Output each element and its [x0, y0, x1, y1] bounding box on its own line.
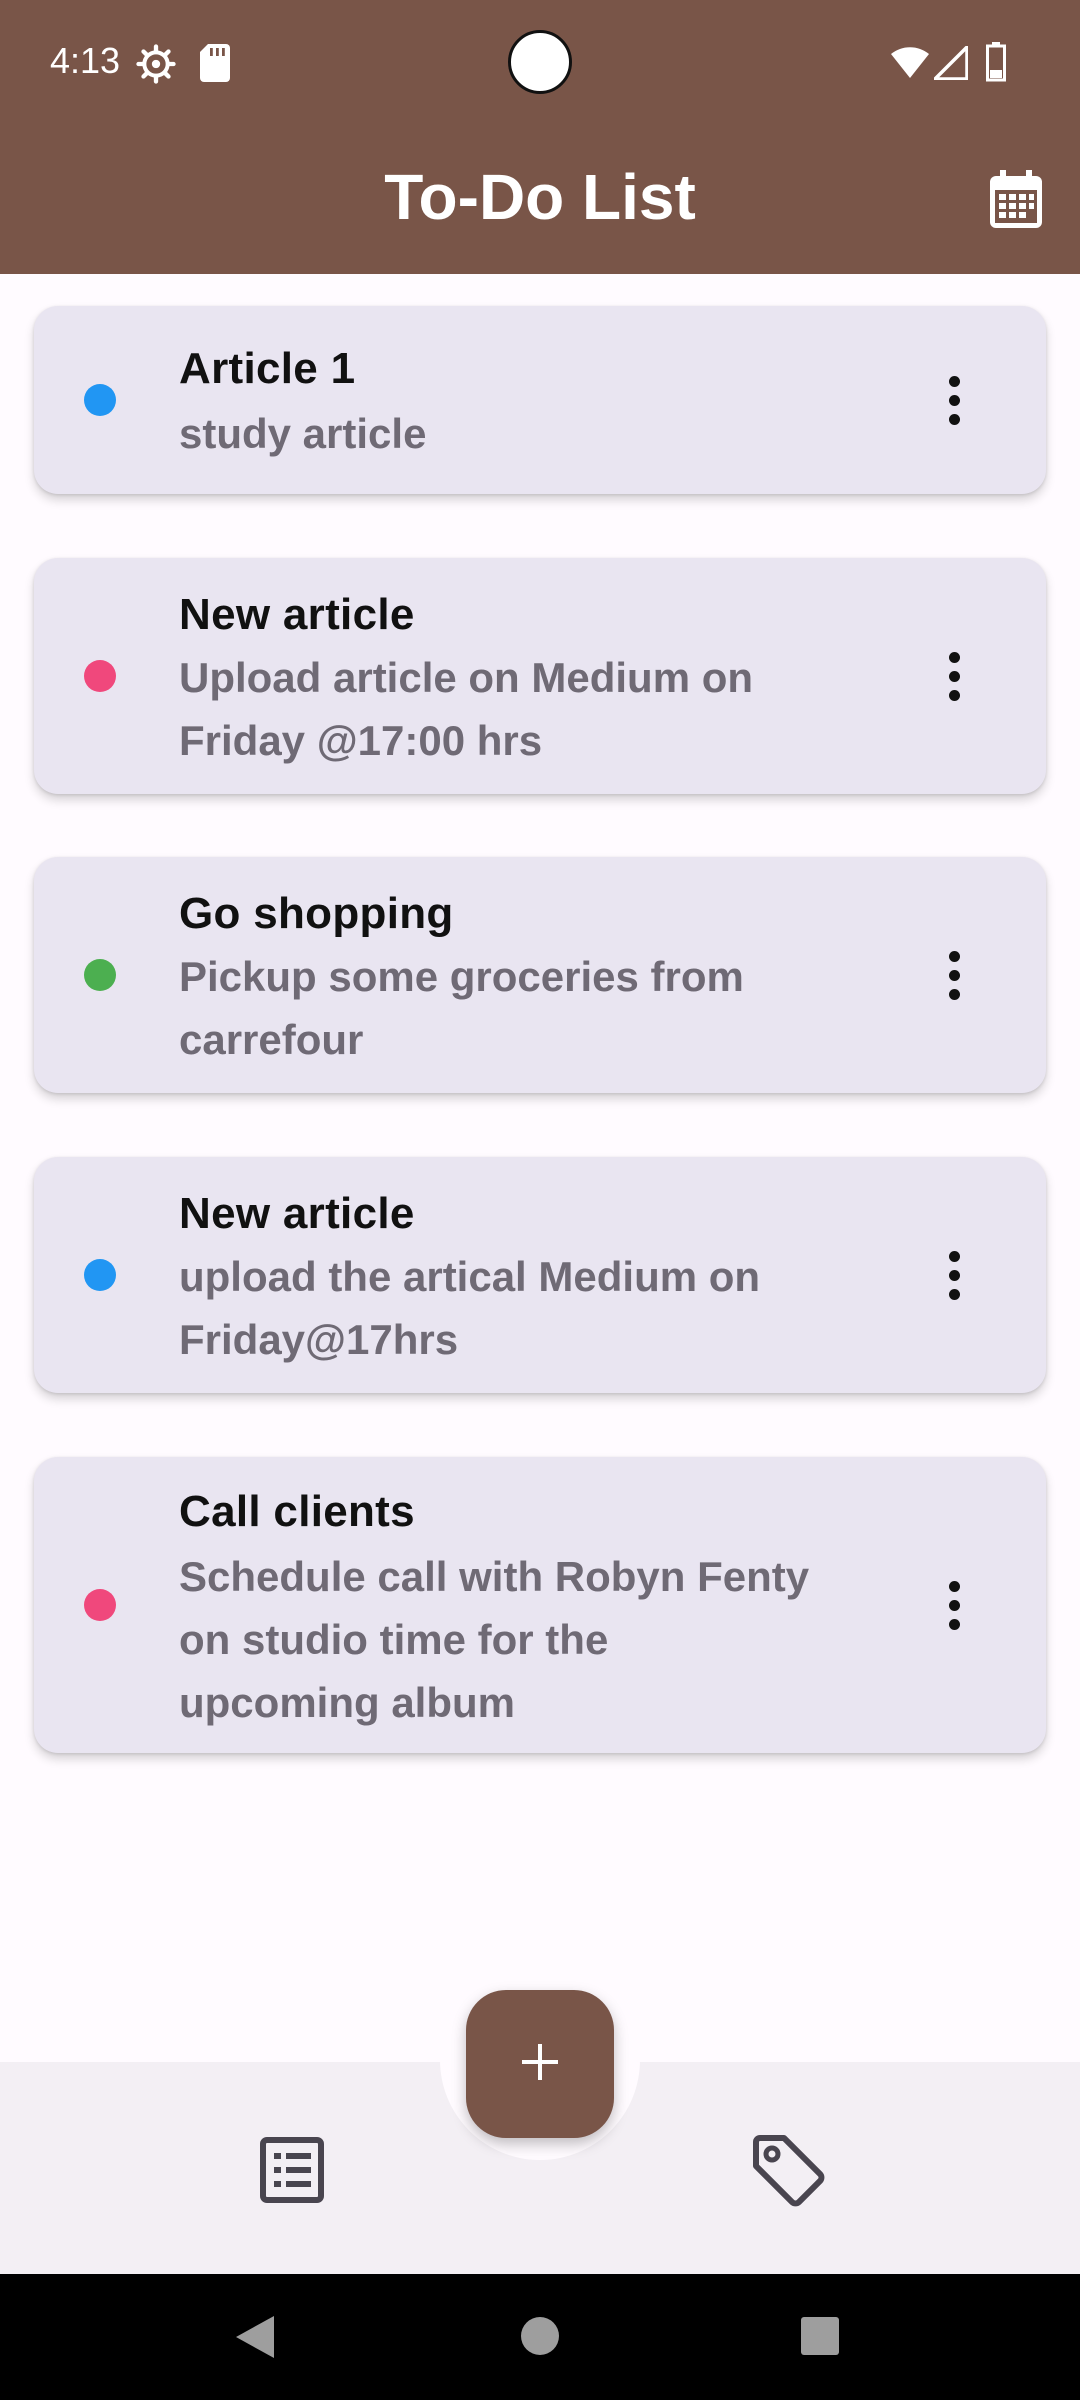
- more-options-icon[interactable]: [929, 1570, 979, 1640]
- camera-cutout: [508, 30, 572, 94]
- priority-dot: [84, 959, 116, 991]
- todo-title: Article 1: [179, 344, 356, 393]
- todo-title: New article: [179, 1189, 415, 1238]
- todo-title: New article: [179, 590, 415, 639]
- priority-dot: [84, 1589, 116, 1621]
- more-options-icon[interactable]: [929, 641, 979, 711]
- screen: 4:13 To-Do List Article 1 study article …: [0, 0, 1080, 2400]
- todo-description: Schedule call with Robyn Fenty on studio…: [179, 1553, 810, 1726]
- todo-description: Pickup some groceries from carrefour: [179, 953, 744, 1063]
- todo-title: Call clients: [179, 1487, 415, 1536]
- home-icon[interactable]: [520, 2316, 560, 2361]
- todo-card[interactable]: Go shopping Pickup some groceries from c…: [34, 857, 1046, 1093]
- more-options-icon[interactable]: [929, 365, 979, 435]
- tag-icon[interactable]: [748, 2130, 828, 2210]
- signal-icon: [933, 45, 969, 85]
- battery-icon: [986, 42, 1006, 87]
- priority-dot: [84, 384, 116, 416]
- sd-card-icon: [200, 44, 230, 87]
- plus-icon: [520, 2042, 560, 2087]
- status-time: 4:13: [50, 40, 121, 81]
- wifi-icon: [890, 46, 930, 85]
- list-icon[interactable]: [252, 2130, 332, 2210]
- todo-card[interactable]: New article Upload article on Medium on …: [34, 558, 1046, 794]
- page-title: To-Do List: [384, 161, 696, 233]
- todo-card[interactable]: New article upload the artical Medium on…: [34, 1157, 1046, 1393]
- more-options-icon[interactable]: [929, 940, 979, 1010]
- todo-description: study article: [179, 410, 427, 457]
- add-todo-button[interactable]: [466, 1990, 614, 2138]
- app-bar: 4:13 To-Do List: [0, 0, 1080, 274]
- todo-card[interactable]: Call clients Schedule call with Robyn Fe…: [34, 1457, 1046, 1753]
- back-icon[interactable]: [234, 2314, 276, 2365]
- more-options-icon[interactable]: [929, 1240, 979, 1310]
- priority-dot: [84, 660, 116, 692]
- recents-icon[interactable]: [800, 2316, 840, 2361]
- priority-dot: [84, 1259, 116, 1291]
- calendar-icon[interactable]: [988, 170, 1044, 230]
- todo-title: Go shopping: [179, 889, 454, 938]
- settings-gear-icon: [136, 44, 176, 89]
- todo-description: Upload article on Medium on Friday @17:0…: [179, 654, 754, 764]
- todo-description: upload the artical Medium on Friday@17hr…: [179, 1253, 761, 1363]
- todo-card[interactable]: Article 1 study article: [34, 306, 1046, 494]
